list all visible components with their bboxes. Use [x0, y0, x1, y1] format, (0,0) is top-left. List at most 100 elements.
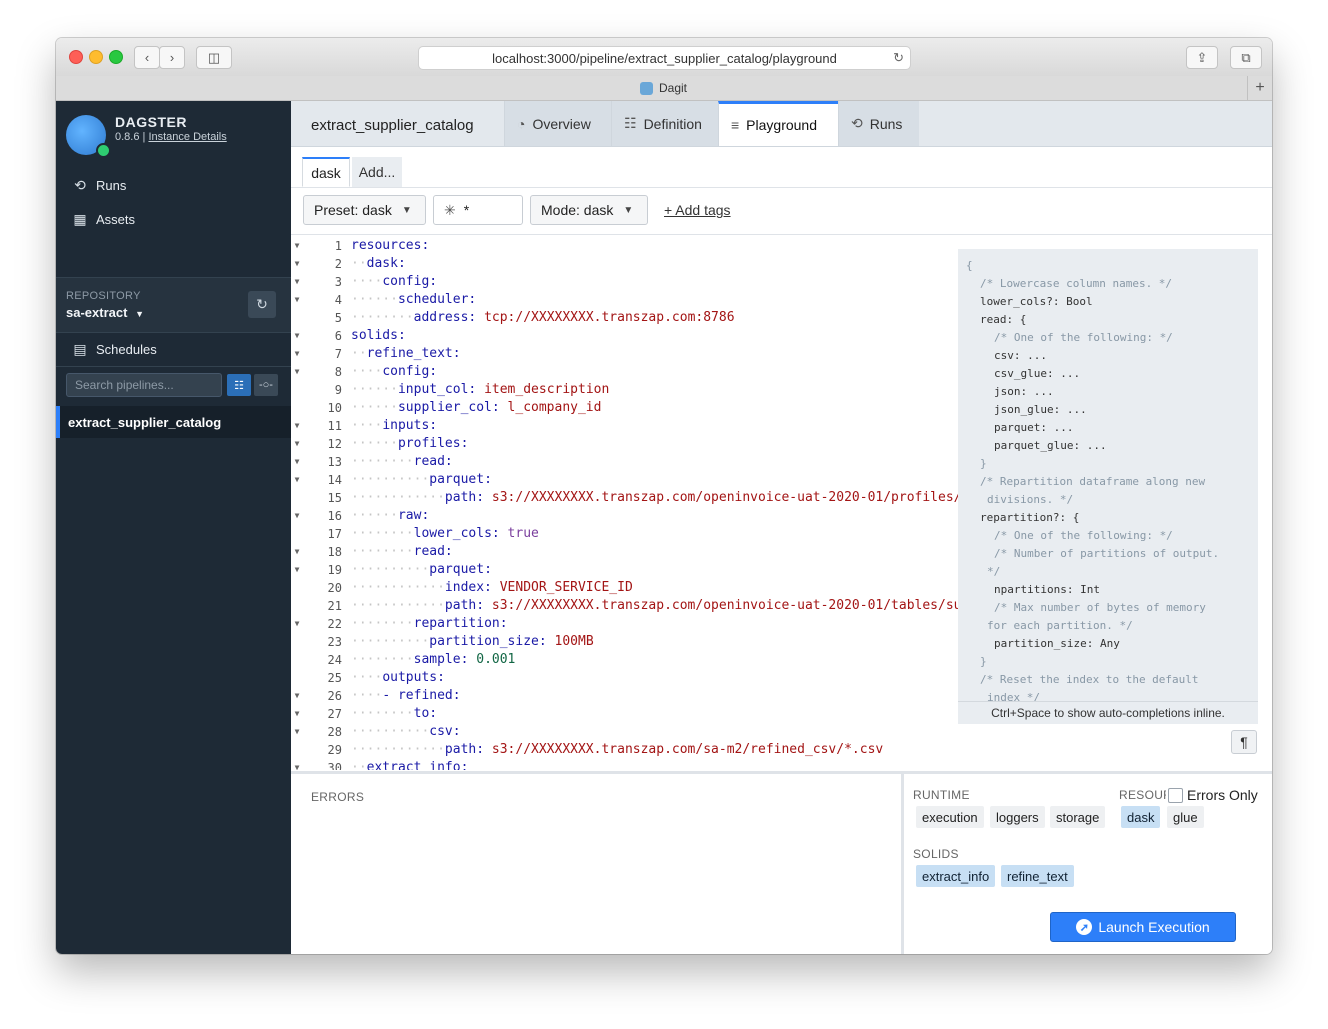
fold-arrow-icon[interactable]: ▼: [291, 507, 303, 525]
errors-only-toggle[interactable]: Errors Only: [1166, 787, 1258, 803]
line-number: 11: [327, 419, 342, 433]
sidebar-item-runs[interactable]: ⟲ Runs: [72, 177, 126, 194]
runtime-chip-execution[interactable]: execution: [916, 806, 984, 828]
minimize-window-button[interactable]: [89, 50, 103, 64]
hint-line: }: [980, 655, 987, 668]
fold-arrow-icon[interactable]: ▼: [291, 435, 303, 453]
config-toolbar: Preset: dask ▼ ✳ * Mode: dask ▼ + Add ta…: [291, 188, 1272, 235]
yaml-key: parquet:: [429, 472, 492, 487]
resource-chip-dask[interactable]: dask: [1121, 806, 1161, 828]
fold-arrow-icon[interactable]: ▼: [291, 723, 303, 741]
hint-footer: Ctrl+Space to show auto-completions inli…: [958, 701, 1258, 724]
list-view-toggle[interactable]: -○-: [254, 374, 278, 396]
errors-only-label: Errors Only: [1187, 787, 1258, 803]
yaml-key: input_col:: [397, 382, 477, 397]
fold-arrow-icon[interactable]: ▼: [291, 327, 303, 345]
config-editor[interactable]: ▼ 1 resources: ▼ 2 ··dask: ▼ 3 ····config: ▼ 4 ····…: [291, 235, 1272, 770]
fold-arrow-icon[interactable]: ▼: [291, 471, 303, 489]
runtime-chip-storage[interactable]: storage: [1050, 806, 1106, 828]
hint-line: /* Reset the index to the default: [980, 673, 1199, 686]
share-icon: ⇪: [1196, 49, 1208, 65]
solid-chip-extract-info[interactable]: extract_info: [916, 865, 996, 887]
indent-guide: ····: [351, 364, 383, 379]
indent-guide: ····: [351, 418, 383, 433]
fold-arrow-icon[interactable]: ▼: [291, 759, 303, 770]
fold-arrow-icon[interactable]: ▼: [291, 615, 303, 633]
instance-details-link[interactable]: Instance Details: [148, 131, 226, 143]
fold-arrow-icon[interactable]: ▼: [291, 687, 303, 705]
share-button[interactable]: ⇪: [1186, 46, 1218, 69]
tabs-overview-button[interactable]: ⧉: [1230, 46, 1262, 69]
tab-playground[interactable]: ≡ Playground: [718, 101, 838, 146]
code-line[interactable]: ▼ 30 ··extract_info:: [291, 759, 1272, 770]
line-content: ····inputs:: [351, 417, 437, 435]
resource-chip-glue[interactable]: glue: [1167, 806, 1204, 828]
repository-dropdown[interactable]: sa-extract ▼: [66, 305, 144, 320]
fold-arrow-icon[interactable]: ▼: [291, 237, 303, 255]
sidebar-toggle-button[interactable]: ◫: [196, 46, 232, 69]
hint-line: /* Number of partitions of output.: [994, 547, 1220, 560]
add-session-button[interactable]: Add...: [352, 157, 402, 187]
yaml-key: config:: [382, 364, 438, 379]
line-content: ············path: s3://XXXXXXXX.transzap…: [351, 741, 883, 759]
calendar-icon: ▤: [73, 341, 87, 357]
address-bar[interactable]: localhost:3000/pipeline/extract_supplier…: [418, 46, 911, 70]
solid-chip-refine-text[interactable]: refine_text: [1001, 865, 1074, 887]
launch-execution-button[interactable]: ➚ Launch Execution: [1050, 912, 1236, 942]
code-line[interactable]: 29 ············path: s3://XXXXXXXX.transz…: [291, 741, 1272, 759]
fold-arrow-icon[interactable]: ▼: [291, 543, 303, 561]
graph-view-toggle[interactable]: ☷: [227, 374, 251, 396]
hint-line: csv: ...: [994, 349, 1047, 362]
runtime-chip-loggers[interactable]: loggers: [990, 806, 1045, 828]
refresh-icon: ↻: [256, 296, 268, 312]
close-window-button[interactable]: [69, 50, 83, 64]
fold-arrow-icon[interactable]: ▼: [291, 345, 303, 363]
fold-arrow-icon[interactable]: ▼: [291, 291, 303, 309]
sidebar-item-assets[interactable]: ▦ Assets: [72, 211, 135, 228]
new-tab-button[interactable]: +: [1247, 76, 1272, 100]
forward-button[interactable]: ›: [159, 46, 185, 69]
fold-arrow-icon[interactable]: ▼: [291, 255, 303, 273]
solid-selector-input[interactable]: ✳ *: [433, 195, 523, 225]
browser-tab-strip: Dagit +: [56, 76, 1272, 101]
fold-arrow-icon[interactable]: ▼: [291, 561, 303, 579]
autocomplete-hint-panel: {/* Lowercase column names. */ lower_cols…: [958, 249, 1258, 724]
line-content: ······scheduler:: [351, 291, 476, 309]
line-content: resources:: [351, 237, 429, 255]
fold-arrow-icon[interactable]: ▼: [291, 273, 303, 291]
toggle-whitespace-button[interactable]: ¶: [1231, 730, 1257, 754]
pipeline-search-input[interactable]: [67, 374, 221, 396]
preset-select[interactable]: Preset: dask ▼: [303, 195, 426, 225]
zoom-window-button[interactable]: [109, 50, 123, 64]
panel-divider[interactable]: [901, 774, 904, 954]
indent-guide: ····: [351, 274, 383, 289]
add-tags-link[interactable]: + Add tags: [664, 202, 731, 218]
reload-icon[interactable]: ↻: [893, 50, 904, 66]
code-line[interactable]: ▼ 28 ··········csv:: [291, 723, 1272, 741]
dagit-app: DAGSTER 0.8.6 | Instance Details ⟲ Runs …: [56, 101, 1272, 954]
commit-icon: -○-: [259, 379, 273, 391]
tab-runs[interactable]: ⟲ Runs: [838, 101, 919, 146]
session-tab-dask[interactable]: dask: [302, 157, 350, 187]
pilcrow-icon: ¶: [1240, 734, 1248, 750]
tab-overview[interactable]: ◔ Overview: [504, 101, 611, 146]
yaml-key: read:: [413, 544, 453, 559]
mode-select[interactable]: Mode: dask ▼: [530, 195, 648, 225]
fold-arrow-icon[interactable]: ▼: [291, 453, 303, 471]
sidebar-pipeline-item[interactable]: extract_supplier_catalog: [56, 406, 291, 438]
dagit-favicon-icon: [640, 81, 653, 95]
errors-only-checkbox[interactable]: [1168, 787, 1183, 803]
browser-tab[interactable]: Dagit: [640, 81, 687, 95]
yaml-key: address:: [413, 310, 477, 325]
line-content: ········read:: [351, 543, 453, 561]
tab-definition[interactable]: ☷ Definition: [611, 101, 718, 146]
fold-arrow-icon[interactable]: ▼: [291, 417, 303, 435]
reload-repository-button[interactable]: ↻: [248, 291, 276, 318]
fold-arrow-icon[interactable]: ▼: [291, 705, 303, 723]
indent-guide: ············: [351, 490, 445, 505]
sidebar-item-label: Schedules: [96, 342, 157, 357]
sidebar-item-schedules[interactable]: ▤ Schedules: [72, 341, 157, 358]
back-button[interactable]: ‹: [134, 46, 160, 69]
hint-line: /* Lowercase column names. */: [980, 277, 1173, 290]
fold-arrow-icon[interactable]: ▼: [291, 363, 303, 381]
